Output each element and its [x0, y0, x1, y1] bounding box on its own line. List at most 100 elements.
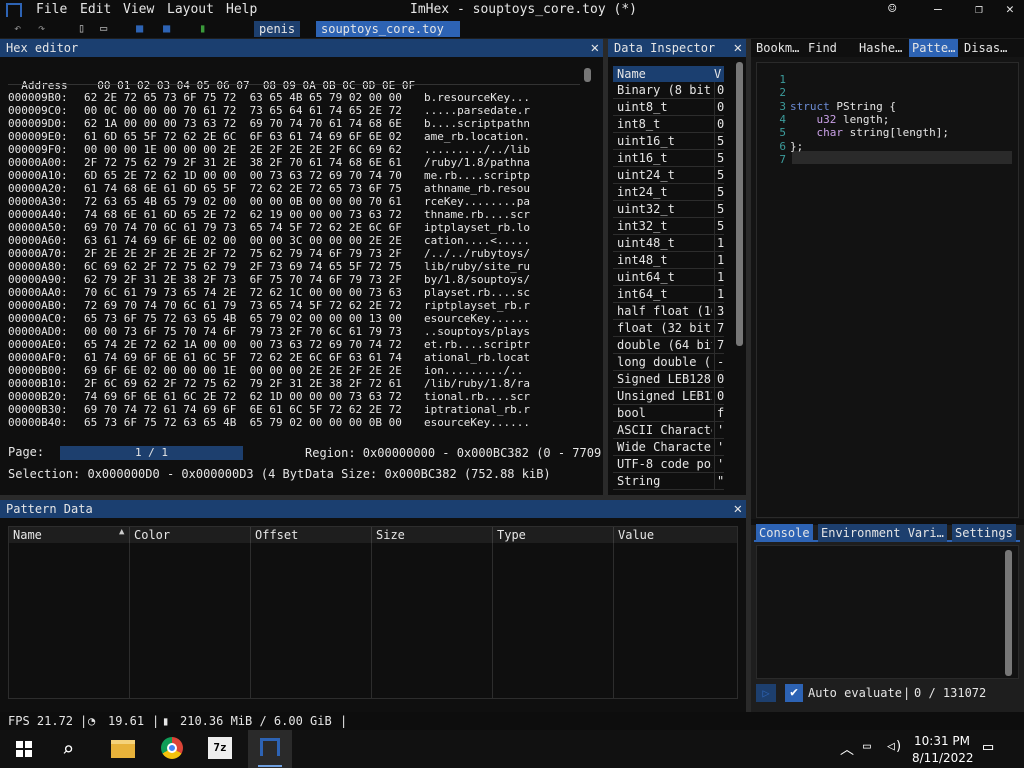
hex-row-bytes[interactable]: 70 6C 61 79 73 65 74 2E 72 62 1C 00 00 0…: [84, 286, 424, 299]
hex-row-bytes[interactable]: 62 2E 72 65 73 6F 75 72 63 65 4B 65 79 0…: [84, 91, 424, 104]
data-inspector-row[interactable]: UTF-8 code poi ': [613, 456, 724, 473]
hex-row-ascii[interactable]: ational_rb.locat: [424, 351, 530, 364]
data-inspector-value[interactable]: f: [714, 405, 724, 421]
tab-penis[interactable]: penis: [254, 21, 301, 37]
tab-settings[interactable]: Settings: [952, 524, 1016, 542]
console-scrollbar[interactable]: [1005, 550, 1012, 676]
hex-row-ascii[interactable]: /lib/ruby/1.8/ra: [424, 377, 530, 390]
hex-row[interactable]: 000009B0: 62 2E 72 65 73 6F 75 72 63 65 4…: [8, 91, 530, 104]
hex-row[interactable]: 00000B30: 69 70 74 72 61 74 69 6F 6E 61 6…: [8, 403, 530, 416]
data-inspector-row[interactable]: double (64 bit 7: [613, 337, 724, 354]
hex-row-bytes[interactable]: 74 69 6F 6E 61 6C 2E 72 62 1D 00 00 00 7…: [84, 390, 424, 403]
column-size[interactable]: Size: [372, 527, 493, 543]
code-line[interactable]: 3 struct PString {: [760, 100, 896, 113]
data-inspector-row[interactable]: float (32 bit) 7: [613, 320, 724, 337]
hex-row-bytes[interactable]: 6C 69 62 2F 72 75 62 79 2F 73 69 74 65 5…: [84, 260, 424, 273]
hex-row[interactable]: 00000AA0: 70 6C 61 79 73 65 74 2E 72 62 1…: [8, 286, 530, 299]
code-line[interactable]: 7: [760, 153, 790, 166]
column-type[interactable]: Type: [493, 527, 614, 543]
hex-row[interactable]: 00000A70: 2F 2E 2E 2F 2E 2E 2F 72 75 62 7…: [8, 247, 530, 260]
hex-row-ascii[interactable]: iptplayset_rb.lo: [424, 221, 530, 234]
hex-row[interactable]: 000009E0: 61 6D 65 5F 72 62 2E 6C 6F 63 6…: [8, 130, 530, 143]
maximize-icon[interactable]: ❐: [975, 2, 983, 17]
hex-row-ascii[interactable]: lib/ruby/site_ru: [424, 260, 530, 273]
hex-row[interactable]: 00000A40: 74 68 6E 61 6D 65 2E 72 62 19 0…: [8, 208, 530, 221]
bookmark-icon[interactable]: ▮: [199, 21, 206, 35]
hex-row-bytes[interactable]: 72 69 70 74 70 6C 61 79 73 65 74 5F 72 6…: [84, 299, 424, 312]
tab-hashes[interactable]: Hashe…: [856, 39, 905, 57]
taskbar-date[interactable]: 8/11/2022: [912, 751, 974, 765]
data-inspector-row[interactable]: uint16_t 5: [613, 133, 724, 150]
hex-row-bytes[interactable]: 69 70 74 72 61 74 69 6F 6E 61 6C 5F 72 6…: [84, 403, 424, 416]
hex-row-ascii[interactable]: et.rb....scriptr: [424, 338, 530, 351]
notifications-icon[interactable]: ▭: [983, 737, 993, 757]
hex-row-bytes[interactable]: 00 00 00 1E 00 00 00 2E 2E 2F 2E 2E 2F 6…: [84, 143, 424, 156]
hex-row[interactable]: 00000A50: 69 70 74 70 6C 61 79 73 65 74 5…: [8, 221, 530, 234]
column-name[interactable]: Name: [9, 527, 130, 543]
data-inspector-row[interactable]: Binary (8 bit) 0: [613, 82, 724, 99]
hex-row-bytes[interactable]: 69 6F 6E 02 00 00 00 1E 00 00 00 2E 2E 2…: [84, 364, 424, 377]
hex-row-ascii[interactable]: esourceKey......: [424, 312, 530, 325]
code-line[interactable]: 4 u32 length;: [760, 113, 889, 126]
hex-row[interactable]: 00000B20: 74 69 6F 6E 61 6C 2E 72 62 1D 0…: [8, 390, 530, 403]
hex-row[interactable]: 000009C0: 00 0C 00 00 00 70 61 72 73 65 6…: [8, 104, 530, 117]
data-inspector-value[interactable]: ': [714, 439, 724, 455]
hex-row[interactable]: 000009D0: 62 1A 00 00 00 73 63 72 69 70 7…: [8, 117, 530, 130]
code-line[interactable]: 5 char string[length];: [760, 126, 949, 139]
hex-row-bytes[interactable]: 69 70 74 70 6C 61 79 73 65 74 5F 72 62 2…: [84, 221, 424, 234]
data-inspector-value[interactable]: 5: [714, 133, 724, 149]
hex-row-ascii[interactable]: b.resourceKey...: [424, 91, 530, 104]
hex-row-bytes[interactable]: 62 79 2F 31 2E 38 2F 73 6F 75 70 74 6F 7…: [84, 273, 424, 286]
data-inspector-scrollbar[interactable]: [736, 62, 743, 346]
hex-row-bytes[interactable]: 00 00 73 6F 75 70 74 6F 79 73 2F 70 6C 6…: [84, 325, 424, 338]
page-slider[interactable]: 1 / 1: [60, 446, 243, 460]
close-window-icon[interactable]: ✕: [1006, 2, 1014, 17]
save-as-icon[interactable]: ■: [163, 21, 170, 35]
hex-row-ascii[interactable]: ........./../lib: [424, 143, 530, 156]
undo-icon[interactable]: ↶: [14, 21, 21, 35]
data-inspector-value[interactable]: 5: [714, 150, 724, 166]
data-inspector-value[interactable]: 5: [714, 201, 724, 217]
hex-row-ascii[interactable]: tional.rb....scr: [424, 390, 530, 403]
hex-row-bytes[interactable]: 61 74 68 6E 61 6D 65 5F 72 62 2E 72 65 7…: [84, 182, 424, 195]
hex-row-bytes[interactable]: 2F 6C 69 62 2F 72 75 62 79 2F 31 2E 38 2…: [84, 377, 424, 390]
hex-row-bytes[interactable]: 74 68 6E 61 6D 65 2E 72 62 19 00 00 00 7…: [84, 208, 424, 221]
7zip-icon[interactable]: 7z: [208, 737, 232, 759]
sort-ascending-icon[interactable]: ▲: [119, 527, 124, 537]
data-inspector-row[interactable]: half float (16 3: [613, 303, 724, 320]
hex-row-bytes[interactable]: 65 74 2E 72 62 1A 00 00 00 73 63 72 69 7…: [84, 338, 424, 351]
hex-row-ascii[interactable]: by/1.8/souptoys/: [424, 273, 530, 286]
data-inspector-row[interactable]: ASCII Characte ': [613, 422, 724, 439]
hex-row-bytes[interactable]: 2F 72 75 62 79 2F 31 2E 38 2F 70 61 74 6…: [84, 156, 424, 169]
data-inspector-value[interactable]: 5: [714, 184, 724, 200]
data-inspector-value[interactable]: 5: [714, 218, 724, 234]
menu-help[interactable]: Help: [226, 2, 257, 17]
data-inspector-row[interactable]: Unsigned LEB12 0: [613, 388, 724, 405]
data-inspector-value[interactable]: 3: [714, 303, 724, 319]
data-inspector-row[interactable]: uint24_t 5: [613, 167, 724, 184]
data-inspector-row[interactable]: int48_t 1: [613, 252, 724, 269]
column-value[interactable]: Value: [614, 527, 737, 543]
close-icon[interactable]: ✕: [734, 39, 742, 57]
data-inspector-value[interactable]: 0: [714, 388, 724, 404]
hex-row-ascii[interactable]: /../../rubytoys/: [424, 247, 530, 260]
data-inspector-row[interactable]: long double (1-: [613, 354, 724, 371]
data-inspector-value[interactable]: 1: [714, 269, 724, 285]
data-inspector-row[interactable]: int24_t 5: [613, 184, 724, 201]
hex-row-ascii[interactable]: iptrational_rb.r: [424, 403, 530, 416]
hex-row-ascii[interactable]: thname.rb....scr: [424, 208, 530, 221]
tab-find[interactable]: Find: [805, 39, 840, 57]
hex-row[interactable]: 00000A80: 6C 69 62 2F 72 75 62 79 2F 73 6…: [8, 260, 530, 273]
hex-row-bytes[interactable]: 63 61 74 69 6F 6E 02 00 00 00 3C 00 00 0…: [84, 234, 424, 247]
hex-row[interactable]: 00000AD0: 00 00 73 6F 75 70 74 6F 79 73 2…: [8, 325, 530, 338]
hex-row[interactable]: 00000AB0: 72 69 70 74 70 6C 61 79 73 65 7…: [8, 299, 530, 312]
hex-row-ascii[interactable]: /ruby/1.8/pathna: [424, 156, 530, 169]
data-inspector-value[interactable]: 0: [714, 99, 724, 115]
hex-row[interactable]: 00000B00: 69 6F 6E 02 00 00 00 1E 00 00 0…: [8, 364, 523, 377]
data-inspector-row[interactable]: uint64_t 1: [613, 269, 724, 286]
chrome-icon[interactable]: [161, 737, 183, 759]
open-folder-icon[interactable]: ▭: [100, 21, 107, 35]
run-pattern-icon[interactable]: ▷: [756, 684, 776, 702]
save-icon[interactable]: ■: [136, 21, 143, 35]
tab-souptoys-core[interactable]: souptoys_core.toy: [316, 21, 460, 37]
